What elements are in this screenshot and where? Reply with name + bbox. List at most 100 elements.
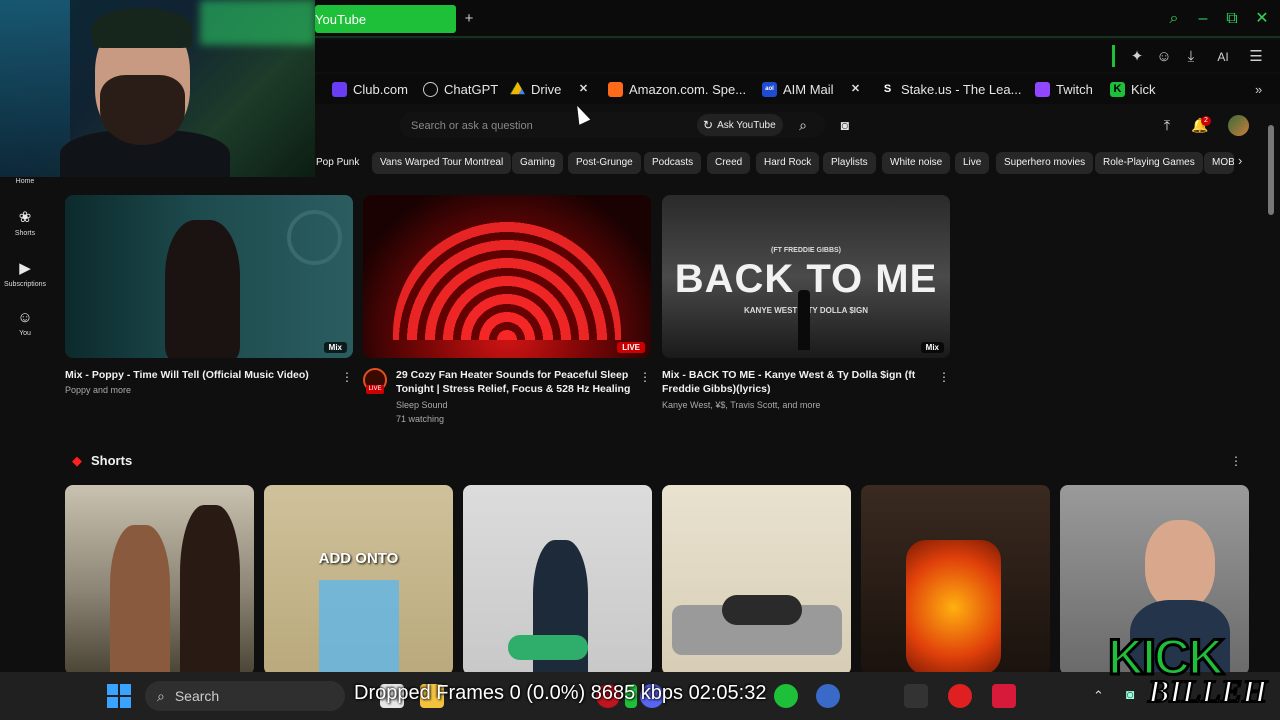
chip[interactable]: Vans Warped Tour Montreal	[372, 152, 512, 174]
chip[interactable]: Superhero movies	[996, 152, 1094, 174]
bookmark-drive[interactable]: Drive	[510, 80, 561, 98]
bookmarks-more-icon[interactable]: »	[1255, 80, 1262, 98]
search-icon[interactable]: ⌕	[1164, 9, 1184, 29]
ask-youtube-button[interactable]: ↻ Ask YouTube	[697, 114, 783, 136]
new-tab-button[interactable]: +	[460, 10, 478, 28]
maximize-icon[interactable]: ⧉	[1222, 9, 1242, 29]
more-options-icon[interactable]: ⋮	[341, 370, 353, 384]
video-title-line2[interactable]: Freddie Gibbs)(lyrics)	[662, 382, 922, 396]
bookmark-kick[interactable]: K Kick	[1110, 80, 1156, 98]
video-channel[interactable]: Poppy and more	[65, 383, 131, 397]
extensions-icon[interactable]: ✦	[1126, 46, 1148, 68]
downloads-icon[interactable]: ⤓	[1180, 46, 1202, 68]
bookmark-x[interactable]: ✕	[576, 80, 591, 98]
sparkle-icon: ↻	[703, 118, 714, 132]
video-channel[interactable]: Kanye West, ¥$, Travis Scott, and more	[662, 398, 820, 412]
sidebar-item-subscriptions[interactable]: ▶ Subscriptions	[0, 259, 50, 288]
ask-label: Ask YouTube	[717, 119, 776, 131]
video-title-line2[interactable]: Tonight | Stress Relief, Focus & 528 Hz …	[396, 382, 636, 396]
chip[interactable]: Live	[955, 152, 990, 174]
short-thumbnail[interactable]	[463, 485, 652, 675]
video-title[interactable]: Mix - Poppy - Time Will Tell (Official M…	[65, 368, 335, 382]
more-options-icon[interactable]: ⋮	[938, 370, 950, 384]
sidebar-item-you[interactable]: ☺ You	[0, 309, 50, 337]
chip[interactable]: White noise	[882, 152, 951, 174]
minimize-icon[interactable]: –	[1193, 9, 1213, 29]
short-guitar	[508, 635, 588, 660]
bookmark-x-2[interactable]: ✕	[848, 80, 863, 98]
sidebar-item-shorts[interactable]: ❀ Shorts	[0, 208, 50, 237]
ai-icon[interactable]: AI	[1207, 46, 1239, 68]
avatar[interactable]	[1228, 115, 1249, 136]
bookmark-label: Drive	[531, 81, 562, 97]
chip[interactable]: Podcasts	[644, 152, 702, 174]
bookmark-label: Kick	[1131, 81, 1156, 97]
app-icon[interactable]	[816, 684, 840, 708]
chip[interactable]: Gaming	[512, 152, 564, 174]
bookmark-label: Twitch	[1056, 81, 1093, 97]
profile-icon[interactable]: ☺	[1153, 46, 1175, 68]
webcam-overlay	[0, 0, 315, 177]
mic-icon[interactable]: ◙	[835, 115, 855, 135]
search-icon: ⌕	[157, 687, 165, 704]
club-icon	[332, 81, 347, 97]
menu-icon[interactable]: ☰	[1245, 46, 1267, 68]
scrollbar[interactable]	[1268, 125, 1274, 215]
tab-youtube[interactable]: YouTube	[315, 5, 456, 33]
shorts-heading: Shorts	[91, 453, 133, 468]
chip[interactable]: Creed	[707, 152, 751, 174]
bookmark-aim-mail[interactable]: aol AIM Mail	[762, 80, 834, 98]
video-channel[interactable]: Sleep Sound	[396, 398, 448, 412]
short-thumbnail[interactable]: ADD ONTO	[264, 485, 453, 675]
sidebar-label: Subscriptions	[3, 281, 47, 288]
bookmark-amazon[interactable]: Amazon.com. Spe...	[608, 80, 746, 98]
short-thumbnail[interactable]	[861, 485, 1050, 675]
app-icon[interactable]	[774, 684, 798, 708]
chatgpt-icon	[423, 81, 438, 97]
video-thumbnail[interactable]: Mix	[65, 195, 353, 358]
short-figure	[722, 595, 802, 625]
epic-games-icon[interactable]	[904, 684, 928, 708]
amazon-icon	[608, 81, 623, 97]
stake-icon: S	[883, 82, 892, 95]
thumb-feat-text: (FT FREDDIE GIBBS)	[771, 247, 841, 254]
chips-next-icon[interactable]: ›	[1238, 153, 1254, 173]
stream-stats-overlay: Dropped Frames 0 (0.0%) 8685 kbps 02:05:…	[354, 682, 767, 704]
video-thumbnail[interactable]: (FT FREDDIE GIBBS) BACK TO ME KANYE WEST…	[662, 195, 950, 358]
video-title[interactable]: 29 Cozy Fan Heater Sounds for Peaceful S…	[396, 368, 636, 382]
tab-label: YouTube	[315, 12, 367, 27]
upload-icon[interactable]: ⤒	[1157, 115, 1177, 135]
taskbar-search[interactable]: ⌕ Search	[145, 681, 345, 711]
toolbar-divider	[1112, 45, 1115, 67]
bookmark-label: AIM Mail	[783, 81, 834, 97]
sidebar-item-home[interactable]: Home	[0, 178, 50, 185]
bookmark-stake[interactable]: S Stake.us - The Lea...	[880, 80, 1022, 98]
close-icon[interactable]: ✕	[1252, 9, 1272, 29]
short-thumbnail[interactable]	[65, 485, 254, 675]
bookmark-label: ChatGPT	[444, 81, 499, 97]
video-thumbnail[interactable]: LIVE	[363, 195, 651, 358]
chip[interactable]: Role-Playing Games	[1095, 152, 1203, 174]
windows-start-icon[interactable]	[107, 684, 131, 708]
sidebar-label: You	[19, 330, 31, 337]
chip[interactable]: Post-Grunge	[568, 152, 641, 174]
video-viewers: 71 watching	[396, 414, 445, 424]
short-jar	[906, 540, 1001, 675]
chip[interactable]: MOBA	[1204, 152, 1234, 174]
tray-expand-icon[interactable]: ⌃	[1093, 688, 1104, 704]
shorts-more-icon[interactable]: ⋮	[1230, 454, 1242, 468]
app-icon[interactable]	[948, 684, 972, 708]
valorant-icon[interactable]	[992, 684, 1016, 708]
bookmark-chatgpt[interactable]: ChatGPT	[423, 80, 498, 98]
bookmark-twitch[interactable]: Twitch	[1035, 80, 1093, 98]
video-title[interactable]: Mix - BACK TO ME - Kanye West & Ty Dolla…	[662, 368, 922, 382]
chip[interactable]: Playlists	[823, 152, 876, 174]
chip[interactable]: Hard Rock	[756, 152, 820, 174]
search-icon[interactable]: ⌕	[793, 115, 813, 135]
short-thumbnail[interactable]	[662, 485, 851, 675]
more-options-icon[interactable]: ⋮	[639, 370, 651, 384]
chip[interactable]: Pop Punk	[316, 152, 367, 174]
bookmark-club[interactable]: Club.com	[332, 80, 408, 98]
x-icon: ✕	[578, 82, 589, 95]
search-input[interactable]	[411, 118, 691, 134]
